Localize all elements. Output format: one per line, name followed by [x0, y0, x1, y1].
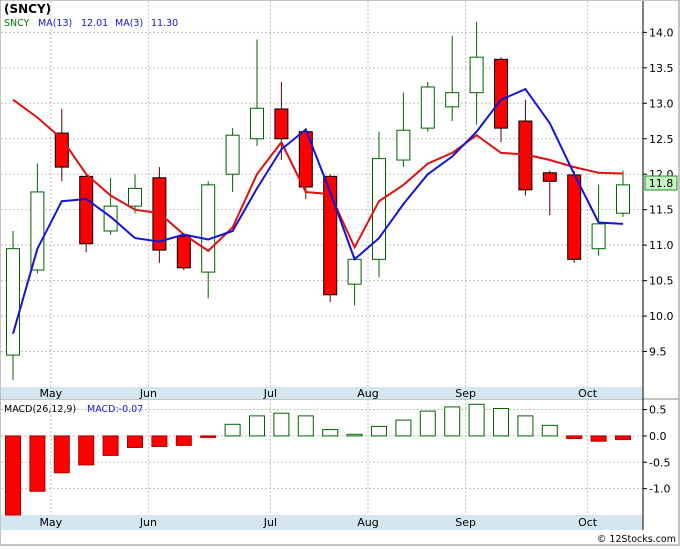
candle-up: [591, 223, 606, 250]
candle-up: [420, 86, 435, 129]
price-y-tick-label: 14.0: [649, 26, 674, 39]
price-x-tick-label: Jun: [139, 387, 157, 400]
macd-bar-negative: [151, 435, 168, 447]
macd-bar-negative: [127, 435, 143, 449]
macd-bar-positive: [517, 415, 534, 437]
macd-bar-positive: [249, 415, 265, 437]
macd-legend-value: MACD:-0.07: [87, 404, 143, 415]
price-x-tick-label: Aug: [357, 387, 378, 400]
candle-up: [250, 107, 264, 140]
macd-bar-negative: [590, 435, 607, 442]
macd-bar-positive: [395, 419, 412, 437]
macd-bar-negative: [102, 435, 119, 456]
macd-x-tick-label: Sep: [455, 516, 476, 529]
price-y-tick-label: 13.5: [649, 62, 674, 75]
candle-down: [494, 58, 508, 129]
macd-bar-positive: [297, 415, 314, 437]
price-y-tick-label: 13.0: [649, 97, 674, 110]
candle-down: [274, 108, 289, 140]
macd-bar-positive: [493, 407, 509, 437]
macd-bar-positive: [468, 403, 485, 437]
price-x-tick-label: Jul: [263, 387, 277, 400]
macd-x-tick-label: Jul: [263, 516, 277, 529]
macd-bar-negative: [53, 435, 70, 474]
candle-up: [469, 56, 484, 94]
macd-legend-label: MACD(26,12,9): [4, 404, 76, 415]
candle-down: [176, 236, 191, 269]
macd-y-tick-label: 0.5: [649, 404, 667, 417]
price-y-tick-label: 12.5: [649, 133, 674, 146]
macd-x-tick-label: Oct: [578, 516, 598, 529]
current-price-text: 11.8: [649, 177, 674, 190]
price-x-tick-label: May: [39, 387, 62, 400]
candle-down: [542, 172, 557, 182]
macd-bar-negative: [615, 435, 631, 441]
legend-ma13-value: 12.01: [81, 18, 108, 29]
macd-bar-positive: [322, 429, 339, 437]
macd-bar-negative: [78, 435, 95, 466]
price-x-tick-label: Oct: [578, 387, 598, 400]
site-credit: © 12Stocks.com: [597, 534, 676, 545]
macd-bar-negative: [175, 435, 192, 446]
candle-up: [396, 129, 411, 161]
chart-stage: 9.5 10.0 10.5 11.0 11.5 12.0 12.5 13.0 13.5 14.0 …: [0, 0, 680, 546]
price-x-axis-band: [1, 387, 643, 399]
macd-x-axis-band: [1, 515, 643, 530]
chart-title: (SNCY): [4, 2, 51, 16]
candle-up: [445, 92, 460, 108]
macd-y-tick-label: -1.0: [649, 483, 670, 496]
macd-bar-positive: [444, 406, 461, 437]
price-y-tick-label: 9.5: [649, 346, 667, 359]
macd-x-tick-label: Jun: [139, 516, 157, 529]
candle-down: [567, 174, 582, 260]
macd-x-tick-label: May: [39, 516, 62, 529]
candle-up: [201, 184, 216, 273]
macd-bar-negative: [29, 435, 46, 492]
macd-y-tick-label: 0.0: [649, 430, 667, 443]
legend-ma3-value: 11.30: [151, 18, 178, 29]
candle-up: [6, 248, 20, 356]
legend-ma3-label: MA(3): [115, 18, 143, 29]
price-y-tick-label: 11.0: [649, 239, 674, 252]
price-y-tick-label: 11.5: [649, 204, 674, 217]
price-y-tick-label: 10.5: [649, 275, 674, 288]
candle-up: [347, 258, 362, 285]
macd-bar-positive: [371, 425, 387, 437]
legend-ma13-label: MA(13): [38, 18, 72, 29]
candle-up: [103, 205, 118, 232]
legend-symbol: SNCY: [4, 18, 30, 29]
candle-up: [225, 134, 240, 175]
macd-y-tick-label: -0.5: [649, 456, 670, 469]
price-y-tick-label: 10.0: [649, 310, 674, 323]
stock-chart: 9.510.010.511.011.512.012.513.013.514.0 …: [0, 0, 680, 546]
candle-up: [616, 184, 630, 214]
candle-down: [79, 175, 94, 245]
macd-bar-positive: [224, 423, 241, 437]
macd-bar-negative: [200, 435, 217, 438]
macd-bar-positive: [346, 433, 363, 437]
macd-bar-positive: [419, 410, 436, 437]
candle-up: [128, 187, 142, 207]
macd-x-tick-label: Aug: [357, 516, 378, 529]
macd-bar-positive: [541, 424, 558, 437]
price-x-tick-label: Sep: [455, 387, 476, 400]
macd-bar-negative: [5, 435, 21, 516]
candle-up: [30, 191, 45, 271]
macd-bar-negative: [566, 435, 583, 440]
macd-bar-positive: [273, 412, 290, 437]
